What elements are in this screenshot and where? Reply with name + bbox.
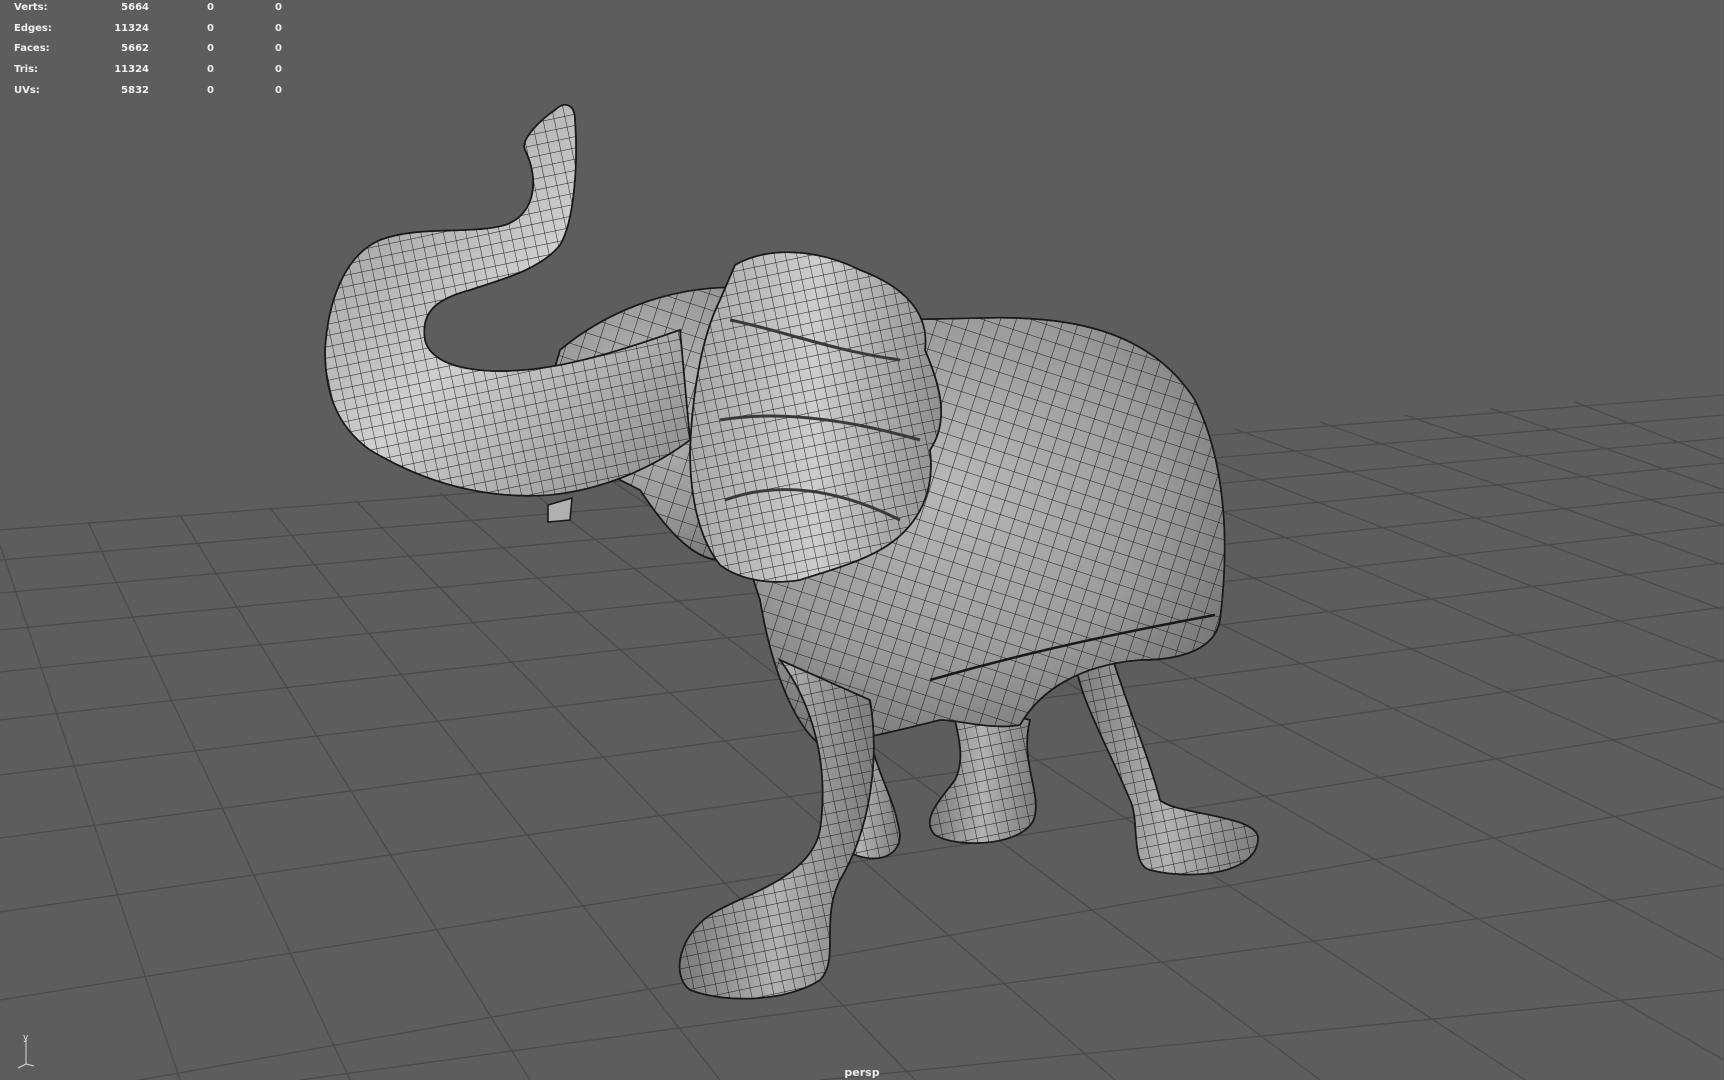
axis-y-label: y: [23, 1033, 29, 1043]
hud-highlighted: 0: [275, 22, 282, 34]
hud-total: 5662: [121, 43, 149, 55]
hud-selected: 0: [207, 2, 214, 13]
hud-row-verts: Verts: 5664 0 0: [14, 2, 284, 23]
hud-label: Faces:: [14, 43, 50, 55]
hud-highlighted: 0: [275, 84, 282, 96]
hud-label: Edges:: [14, 22, 52, 34]
hud-selected: 0: [207, 22, 214, 34]
hud-total: 5664: [121, 2, 149, 13]
hud-selected: 0: [207, 84, 214, 96]
hud-row-faces: Faces: 5662 0 0: [14, 43, 284, 64]
hud-row-uvs: UVs: 5832 0 0: [14, 85, 284, 106]
hud-highlighted: 0: [275, 43, 282, 55]
hud-total: 11324: [114, 64, 149, 76]
hud-total: 11324: [114, 22, 149, 34]
hud-label: Tris:: [14, 64, 39, 76]
camera-name-label: persp: [844, 1066, 880, 1079]
front-left-leg[interactable]: [678, 658, 875, 1000]
hud-selected: 0: [207, 64, 214, 76]
perspective-viewport[interactable]: Verts: 5664 0 0 Edges: 11324 0 0 Faces: …: [0, 0, 1724, 1080]
hud-total: 5832: [121, 84, 149, 96]
hud-highlighted: 0: [275, 2, 282, 13]
hud-label: Verts:: [14, 2, 48, 13]
hud-selected: 0: [207, 43, 214, 55]
hud-highlighted: 0: [275, 64, 282, 76]
scene-canvas[interactable]: [0, 0, 1724, 1080]
elephant-ear[interactable]: [689, 251, 942, 583]
poly-count-hud: Verts: 5664 0 0 Edges: 11324 0 0 Faces: …: [14, 2, 284, 105]
hud-label: UVs:: [14, 84, 40, 96]
back-left-leg[interactable]: [1074, 649, 1259, 876]
hud-row-edges: Edges: 11324 0 0: [14, 23, 284, 44]
hud-row-tris: Tris: 11324 0 0: [14, 64, 284, 85]
